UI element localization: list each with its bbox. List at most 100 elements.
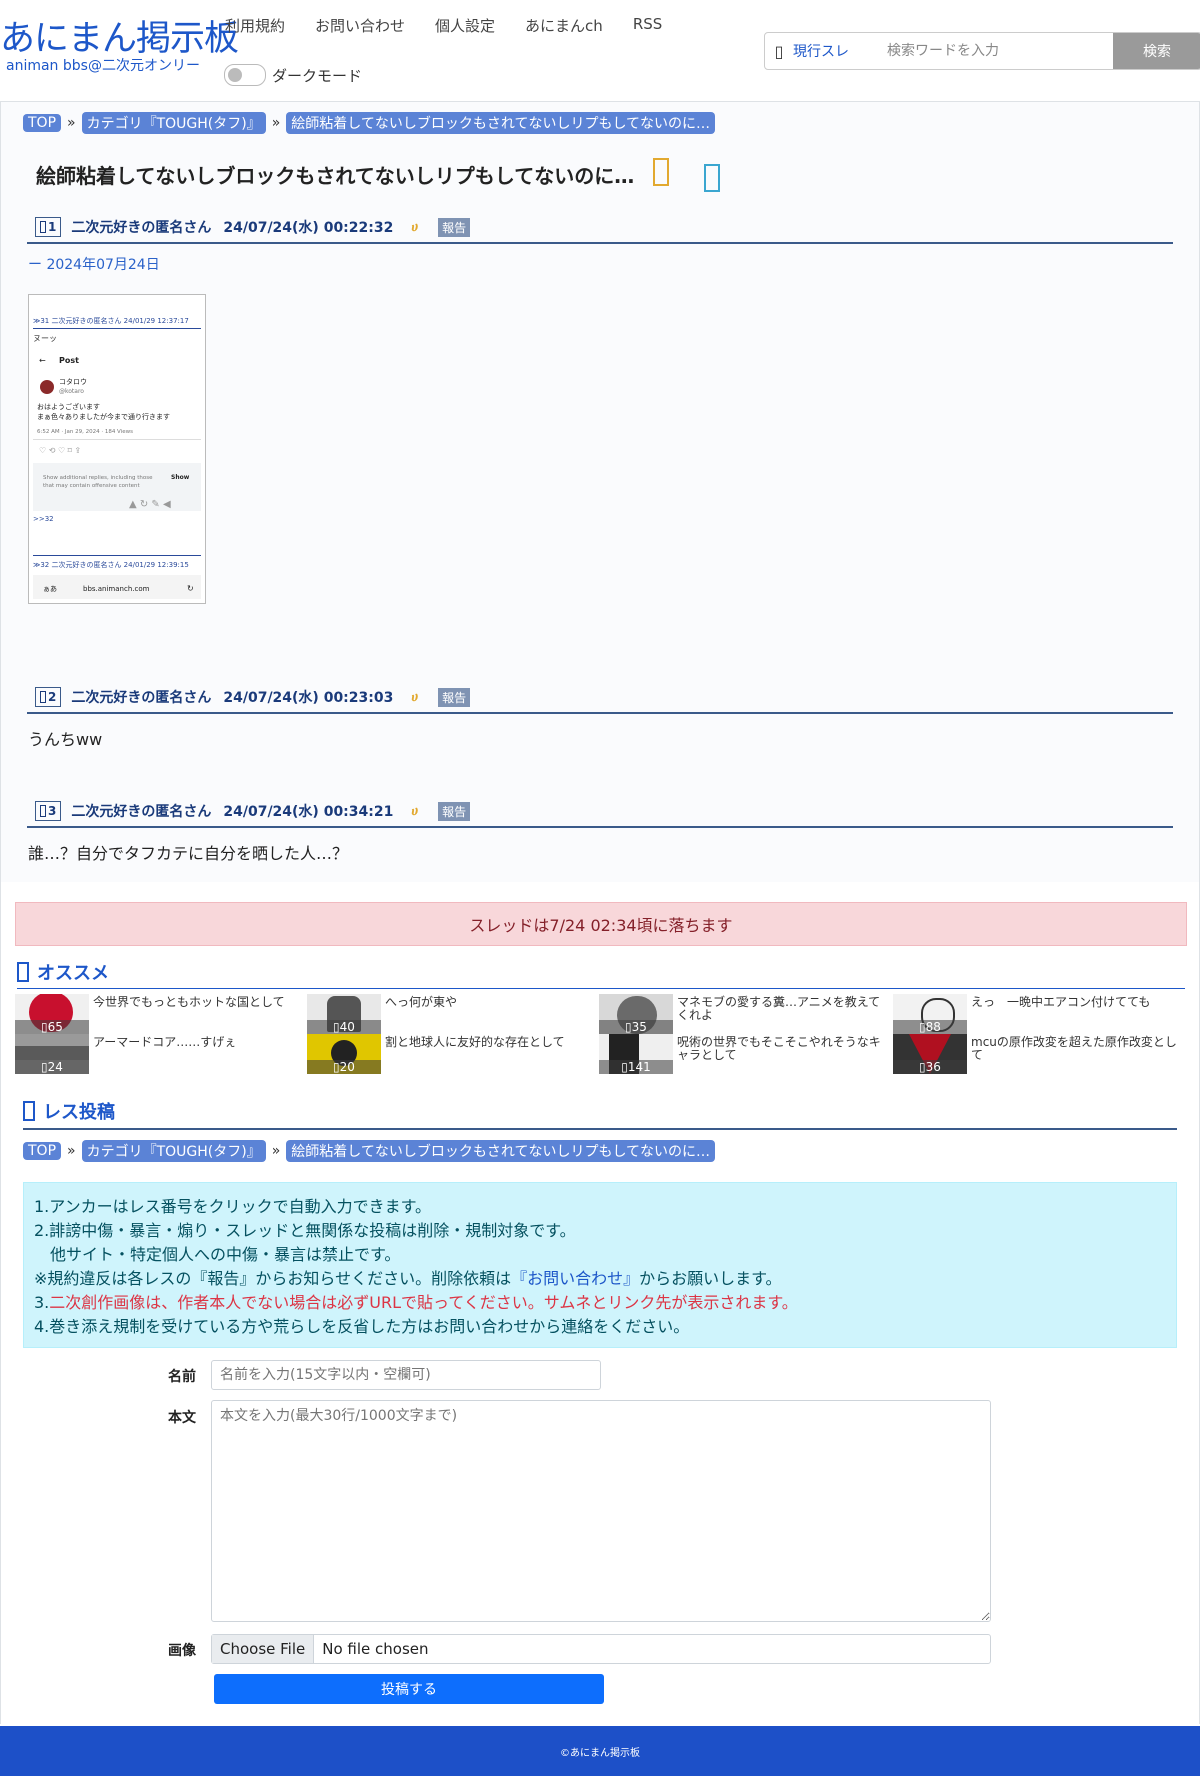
image-hidden1: Show additional replies, including those	[43, 475, 153, 481]
breadcrumb: TOP » カテゴリ『TOUGH(タフ)』 » 絵師粘着してないしブロックもされ…	[23, 112, 716, 134]
site-footer: ©あにまん掲示板	[0, 1726, 1200, 1776]
breadcrumb-thread[interactable]: 絵師粘着してないしブロックもされてないしリプもしてないのに…	[286, 1140, 716, 1162]
recommend-item[interactable]: ▯65 今世界でもっともホットな国として	[15, 994, 305, 1034]
favorite-thread-icon[interactable]	[653, 158, 669, 186]
thread-section: TOP » カテゴリ『TOUGH(タフ)』 » 絵師粘着してないしブロックもされ…	[1, 102, 1199, 882]
reply-icon	[23, 1101, 35, 1121]
submit-button[interactable]: 投稿する	[214, 1674, 604, 1704]
recommend-count: ▯88	[893, 1020, 967, 1034]
search-scope-select[interactable]: 現行スレ	[793, 41, 863, 61]
breadcrumb-separator: »	[67, 115, 76, 131]
name-input[interactable]	[211, 1360, 601, 1390]
like-icon[interactable]: ሀ	[411, 220, 418, 235]
body-label: 本文	[168, 1410, 196, 1426]
report-button[interactable]: 報告	[438, 687, 471, 707]
copyright: ©あにまん掲示板	[560, 1747, 640, 1759]
rule-2b: 他サイト・特定個人への中傷・暴言は禁止です。	[50, 1245, 401, 1264]
rule-note-text: ※規約違反は各レスの『報告』からお知らせください。削除依頼は	[34, 1269, 512, 1288]
image-hidden2: that may contain offensive content	[43, 483, 141, 489]
thread-drop-notice: スレッドは7/24 02:34頃に落ちます	[15, 902, 1187, 946]
site-header: あにまん掲示板 animan bbs@二次元オンリー 利用規約 お問い合わせ 個…	[0, 0, 1200, 102]
image-meta: 6:52 AM · Jan 29, 2024 · 184 Views	[37, 429, 133, 435]
share-thread-icon[interactable]	[704, 164, 720, 192]
recommend-count: ▯40	[307, 1020, 381, 1034]
top-nav: 利用規約 お問い合わせ 個人設定 あにまんch RSS	[225, 15, 662, 36]
search-button[interactable]: 検索	[1113, 33, 1200, 69]
post-date-divider: ー 2024年07月24日	[28, 257, 160, 273]
breadcrumb-category[interactable]: カテゴリ『TOUGH(タフ)』	[81, 112, 266, 134]
nav-animanch[interactable]: あにまんch	[525, 15, 603, 36]
res-number-3[interactable]: 3	[35, 801, 62, 821]
recommend-item-title: えっ 一晩中エアコン付けてても	[971, 995, 1151, 1009]
recommend-item-title: アーマードコア……すげぇ	[93, 1035, 237, 1049]
recommend-count: ▯24	[15, 1060, 89, 1074]
post-date: 24/07/24(水) 00:22:32	[223, 220, 394, 236]
recommend-item-title: マネモブの愛する糞…アニメを教えてくれよ	[677, 995, 881, 1022]
rule-note: ※規約違反は各レスの『報告』からお知らせください。削除依頼は『お問い合わせ』から…	[34, 1267, 1166, 1291]
nav-contact[interactable]: お問い合わせ	[315, 15, 405, 36]
report-button[interactable]: 報告	[438, 217, 471, 237]
recommend-icon	[17, 962, 29, 982]
breadcrumb-category[interactable]: カテゴリ『TOUGH(タフ)』	[81, 1140, 266, 1162]
dark-mode-label: ダークモード	[272, 66, 363, 85]
image-label: 画像	[168, 1643, 196, 1659]
logo-title[interactable]: あにまん掲示板	[0, 20, 239, 58]
image-msg1: おはようございます	[37, 402, 100, 411]
report-button[interactable]: 報告	[438, 801, 471, 821]
body-textarea[interactable]	[211, 1400, 991, 1622]
recommend-item-title: 呪術の世界でもそこそこやれそうなキャラとして	[677, 1035, 881, 1062]
res-number-text: 3	[48, 804, 57, 818]
recommend-item[interactable]: ▯88 えっ 一晩中エアコン付けてても	[893, 994, 1183, 1034]
post-header-3: 3 二次元好きの匿名さん 24/07/24(水) 00:34:21 ሀ 報告	[27, 796, 1173, 828]
file-status: No file chosen	[322, 1640, 429, 1658]
image-handle: @kotaro	[59, 388, 84, 395]
recommend-count: ▯35	[599, 1020, 673, 1034]
breadcrumb-separator: »	[271, 115, 281, 131]
poster-name: 二次元好きの匿名さん	[71, 804, 212, 820]
nav-settings[interactable]: 個人設定	[435, 15, 495, 36]
recommend-item[interactable]: ▯24 アーマードコア……すげぇ	[15, 1034, 305, 1074]
reply-title: レス投稿	[43, 1102, 115, 1123]
recommend-title: オススメ	[37, 963, 109, 984]
search-input[interactable]	[863, 42, 1089, 60]
recommend-item[interactable]: ▯35 マネモブの愛する糞…アニメを教えてくれよ	[599, 994, 889, 1034]
nav-terms[interactable]: 利用規約	[225, 15, 285, 36]
res-number-1[interactable]: 1	[35, 217, 62, 237]
recommend-item[interactable]: ▯20 割と地球人に友好的な存在として	[307, 1034, 597, 1074]
like-icon[interactable]: ሀ	[411, 690, 418, 705]
recommend-item-title: mcuの原作改変を超えた原作改変とし て	[971, 1035, 1177, 1062]
res-icon	[40, 691, 46, 703]
post-image-thumbnail[interactable]: ≫31 二次元好きの匿名さん 24/01/29 12:37:17 ヌーッ ← P…	[28, 294, 206, 604]
dark-mode-toggle[interactable]: ダークモード	[224, 64, 362, 86]
rule-note-text: からお願いします。	[639, 1269, 782, 1288]
recommend-item-title: へっ何が東や	[385, 995, 458, 1009]
thread-title: 絵師粘着してないしブロックもされてないしリプもしてないのに…	[36, 164, 635, 188]
res-number-2[interactable]: 2	[35, 687, 62, 707]
contact-link[interactable]: 『お問い合わせ』	[511, 1269, 639, 1288]
post-date: 24/07/24(水) 00:34:21	[223, 804, 394, 820]
image-ref-top: ≫31 二次元好きの匿名さん 24/01/29 12:37:17	[33, 316, 189, 325]
image-show: Show	[171, 474, 190, 481]
main-content: TOP » カテゴリ『TOUGH(タフ)』 » 絵師粘着してないしブロックもされ…	[0, 102, 1200, 1724]
site-logo[interactable]: あにまん掲示板 animan bbs@二次元オンリー	[0, 20, 239, 74]
breadcrumb-top[interactable]: TOP	[23, 114, 62, 132]
dark-mode-switch[interactable]	[224, 64, 266, 86]
recommend-item[interactable]: ▯40 へっ何が東や	[307, 994, 597, 1034]
post-date: 24/07/24(水) 00:23:03	[223, 690, 394, 706]
image-url: bbs.animanch.com	[83, 585, 150, 593]
choose-file-button[interactable]: Choose File	[212, 1635, 315, 1663]
logo-subtitle[interactable]: animan bbs@二次元オンリー	[6, 58, 238, 74]
res-number-text: 1	[48, 220, 57, 234]
breadcrumb-thread[interactable]: 絵師粘着してないしブロックもされてないしリプもしてないのに…	[286, 112, 716, 134]
breadcrumb-top[interactable]: TOP	[23, 1142, 62, 1160]
like-icon[interactable]: ሀ	[411, 804, 418, 819]
recommend-item[interactable]: ▯36 mcuの原作改変を超えた原作改変とし て	[893, 1034, 1183, 1074]
search-bar: ▯ 現行スレ 検索	[764, 32, 1200, 70]
nav-rss[interactable]: RSS	[633, 15, 662, 36]
res-icon	[40, 805, 46, 817]
svg-text:♡ ⟲ ♡ ⌑ ⇪: ♡ ⟲ ♡ ⌑ ⇪	[39, 446, 81, 455]
reply-header: レス投稿	[23, 1094, 1177, 1130]
rule-2: 2.誹謗中傷・暴言・煽り・スレッドと無関係な投稿は削除・規制対象です。	[34, 1221, 576, 1240]
image-file-input[interactable]: Choose File No file chosen	[211, 1634, 991, 1664]
recommend-item[interactable]: ▯141 呪術の世界でもそこそこやれそうなキャラとして	[599, 1034, 889, 1074]
